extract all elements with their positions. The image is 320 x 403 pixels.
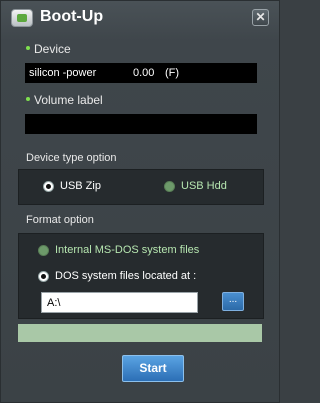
usb-zip-label[interactable]: USB Zip <box>60 180 101 192</box>
title-bar[interactable]: Boot-Up ✕ <box>1 1 279 35</box>
usb-hdd-label[interactable]: USB Hdd <box>181 180 227 192</box>
dos-files-located-label[interactable]: DOS system files located at : <box>55 270 196 282</box>
volume-label-field[interactable] <box>25 114 257 134</box>
device-label-row: Device <box>26 42 71 56</box>
device-drive: (F) <box>165 67 180 79</box>
format-option-label: Format option <box>26 214 94 226</box>
device-label: Device <box>34 42 71 56</box>
device-size: 0.00 <box>133 67 155 79</box>
dos-files-located-radio[interactable] <box>38 271 49 282</box>
browse-button[interactable]: ... <box>222 292 244 311</box>
usb-zip-radio[interactable] <box>43 181 54 192</box>
usb-hdd-radio[interactable] <box>164 181 175 192</box>
volume-label: Volume label <box>34 93 103 107</box>
volume-label-row: Volume label <box>26 93 103 107</box>
device-type-label: Device type option <box>26 152 117 164</box>
dos-files-path-input[interactable] <box>41 292 198 313</box>
device-display[interactable]: silicon -power 0.00 (F) <box>25 63 257 83</box>
device-name: silicon -power <box>29 67 97 79</box>
progress-bar <box>18 324 262 342</box>
usb-drive-icon <box>11 9 33 27</box>
green-dot-icon <box>26 96 30 101</box>
internal-msdos-radio[interactable] <box>38 245 49 256</box>
close-button[interactable]: ✕ <box>252 9 269 26</box>
boot-up-window: Boot-Up ✕ Device silicon -power 0.00 (F)… <box>0 0 280 403</box>
green-dot-icon <box>26 45 30 50</box>
window-title: Boot-Up <box>40 8 104 25</box>
internal-msdos-label[interactable]: Internal MS-DOS system files <box>55 244 199 256</box>
start-button[interactable]: Start <box>122 355 184 382</box>
device-type-panel: USB Zip USB Hdd <box>18 169 264 205</box>
